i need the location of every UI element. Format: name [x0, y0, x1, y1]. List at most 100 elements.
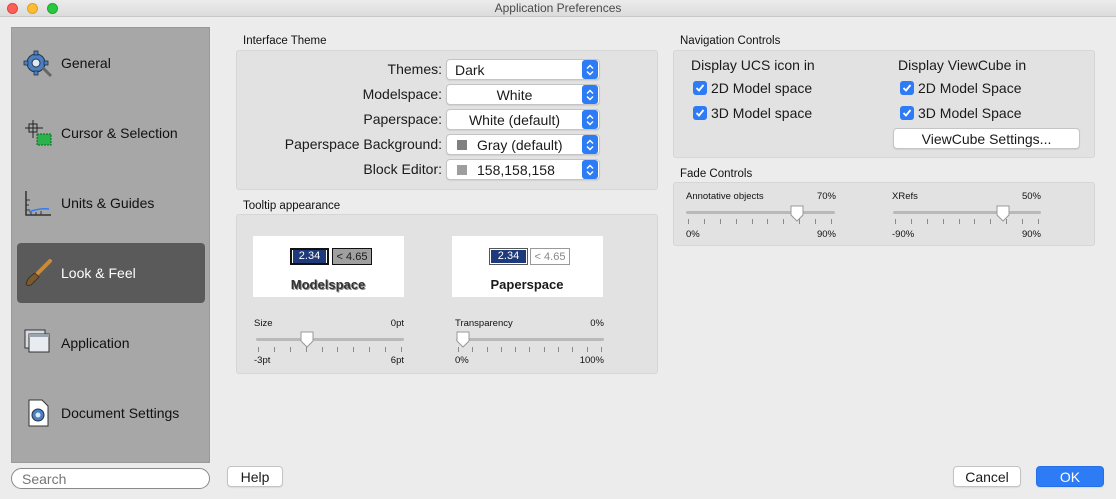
transparency-slider-knob[interactable] [456, 331, 470, 348]
size-slider-max: 6pt [390, 355, 404, 366]
paperspace-value: White (default) [468, 111, 561, 128]
size-slider-value: 0pt [390, 318, 404, 329]
modelspace-preview-label: Modelspace [290, 277, 366, 292]
paintbrush-icon [21, 256, 55, 290]
viewcube-heading: Display ViewCube in [898, 57, 1027, 73]
block-editor-label: Block Editor: [363, 161, 442, 177]
paperspace-popup[interactable]: White (default) [446, 109, 600, 130]
tooltip-sample-a: 2.34 [489, 248, 528, 265]
modelspace-label: Modelspace: [362, 86, 442, 102]
xrefs-slider-knob[interactable] [996, 205, 1010, 222]
transparency-slider-ticks [458, 347, 602, 353]
ucs-2d-label[interactable]: 2D Model space [711, 80, 812, 96]
tooltip-sample-b: < 4.65 [332, 248, 372, 265]
xrefs-slider-value: 50% [1021, 191, 1041, 202]
updown-chevron-icon [582, 60, 598, 79]
document-gear-icon [21, 396, 55, 430]
size-slider-ticks [258, 347, 402, 353]
sidebar-item-application[interactable]: Application [17, 313, 205, 373]
themes-popup[interactable]: Dark [446, 59, 600, 80]
ucs-heading: Display UCS icon in [691, 57, 815, 73]
paperspace-preview-label: Paperspace [490, 277, 564, 292]
themes-label: Themes: [387, 61, 442, 77]
ruler-icon [21, 186, 55, 220]
block-editor-value: 158,158,158 [477, 161, 555, 178]
transparency-slider-track[interactable] [456, 338, 604, 341]
annotative-slider-max: 90% [816, 229, 836, 240]
sidebar-item-label: Cursor & Selection [61, 125, 178, 141]
block-editor-popup[interactable]: 158,158,158 [446, 159, 600, 180]
checkmark-icon [902, 84, 912, 92]
annotative-slider-track[interactable] [686, 211, 835, 214]
sidebar-item-label: Units & Guides [61, 195, 155, 211]
tooltip-sample-a: 2.34 [290, 248, 329, 265]
cancel-button[interactable]: Cancel [953, 466, 1021, 487]
sidebar-item-document-settings[interactable]: Document Settings [17, 383, 205, 443]
color-swatch [457, 139, 467, 150]
help-button[interactable]: Help [227, 466, 283, 487]
sidebar: General Cursor & Selection Units & Guide… [11, 27, 210, 463]
ucs-2d-checkbox[interactable] [693, 81, 707, 95]
size-slider-track[interactable] [256, 338, 404, 341]
tooltip-appearance-label: Tooltip appearance [243, 200, 341, 212]
navigation-controls-label: Navigation Controls [680, 35, 781, 47]
ok-button[interactable]: OK [1036, 466, 1104, 487]
sidebar-item-look-feel[interactable]: Look & Feel [17, 243, 205, 303]
viewcube-settings-button[interactable]: ViewCube Settings... [893, 128, 1080, 149]
title-bar: Application Preferences [0, 0, 1116, 17]
sidebar-item-label: General [61, 55, 111, 71]
gear-icon [21, 46, 55, 80]
xrefs-slider-track[interactable] [893, 211, 1041, 214]
paperspace-label: Paperspace: [363, 111, 442, 127]
tooltip-sample-b: < 4.65 [530, 248, 570, 265]
transparency-slider-min: 0% [455, 355, 469, 366]
annotative-slider-label: Annotative objects [686, 191, 764, 202]
color-swatch [457, 164, 467, 175]
size-slider-knob[interactable] [300, 331, 314, 348]
modelspace-popup[interactable]: White [446, 84, 600, 105]
updown-chevron-icon [582, 85, 598, 104]
updown-chevron-icon [582, 110, 598, 129]
ucs-3d-checkbox[interactable] [693, 106, 707, 120]
ucs-3d-label[interactable]: 3D Model space [711, 105, 812, 121]
annotative-slider-min: 0% [686, 229, 700, 240]
xrefs-slider-ticks [895, 219, 1039, 225]
viewcube-2d-checkbox[interactable] [900, 81, 914, 95]
paperspace-background-popup[interactable]: Gray (default) [446, 134, 600, 155]
viewcube-3d-label[interactable]: 3D Model Space [918, 105, 1022, 121]
annotative-slider-value: 70% [816, 191, 836, 202]
size-slider-label: Size [254, 318, 273, 329]
xrefs-slider-label: XRefs [892, 191, 918, 202]
themes-value: Dark [455, 61, 485, 78]
paperspace-background-label: Paperspace Background: [284, 136, 442, 152]
search-input[interactable] [11, 468, 210, 489]
annotative-slider-ticks [688, 219, 832, 225]
updown-chevron-icon [582, 160, 598, 179]
xrefs-slider-min: -90% [892, 229, 915, 240]
checkmark-icon [695, 84, 705, 92]
xrefs-slider-max: 90% [1021, 229, 1041, 240]
cursor-selection-icon [21, 116, 55, 150]
checkmark-icon [902, 109, 912, 117]
sidebar-item-general[interactable]: General [17, 33, 205, 93]
transparency-slider-label: Transparency [455, 318, 513, 329]
size-slider-min: -3pt [254, 355, 271, 366]
fade-controls-label: Fade Controls [680, 168, 753, 180]
sidebar-item-label: Look & Feel [61, 265, 136, 281]
sidebar-item-label: Document Settings [61, 405, 180, 421]
viewcube-2d-label[interactable]: 2D Model Space [918, 80, 1022, 96]
modelspace-value: White [496, 86, 533, 103]
window-title: Application Preferences [494, 1, 622, 15]
transparency-slider-max: 100% [579, 355, 604, 366]
transparency-slider-value: 0% [590, 318, 604, 329]
interface-theme-label: Interface Theme [243, 35, 327, 47]
sidebar-item-label: Application [61, 335, 130, 351]
sidebar-item-cursor-selection[interactable]: Cursor & Selection [17, 103, 205, 163]
viewcube-3d-checkbox[interactable] [900, 106, 914, 120]
windows-icon [21, 326, 55, 360]
paperspace-background-value: Gray (default) [477, 136, 563, 153]
annotative-slider-knob[interactable] [790, 205, 804, 222]
updown-chevron-icon [582, 135, 598, 154]
checkmark-icon [695, 109, 705, 117]
sidebar-item-units-guides[interactable]: Units & Guides [17, 173, 205, 233]
